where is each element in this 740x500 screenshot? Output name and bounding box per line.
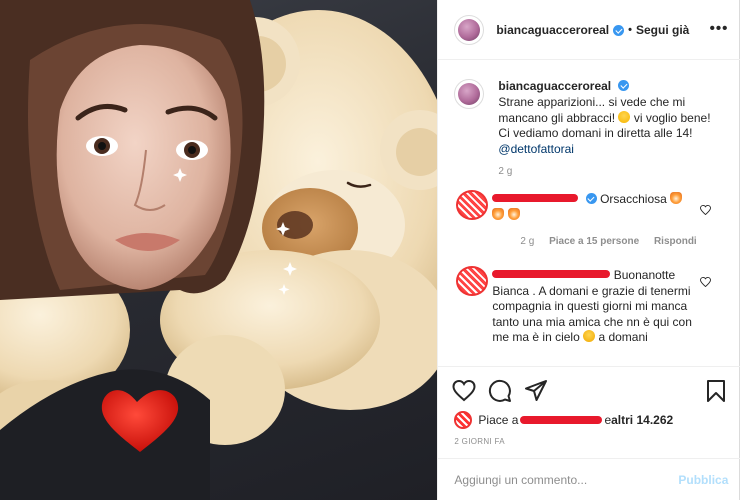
redacted-username — [492, 270, 611, 278]
comment-text-body: Orsacchiosa — [600, 192, 667, 206]
comment-icon[interactable] — [488, 379, 512, 403]
verified-badge-icon — [585, 193, 597, 204]
liker-avatar — [454, 411, 473, 429]
sad-face-emoji-icon — [583, 330, 596, 342]
header-separator: • — [628, 23, 632, 36]
like-comment-heart-icon[interactable] — [700, 277, 712, 287]
like-comment-heart-icon[interactable] — [700, 205, 712, 215]
author-username[interactable]: biancaguacceroreal — [496, 23, 609, 37]
comment-likes[interactable]: Piace a 15 persone — [549, 236, 639, 247]
comment-text-start: Buonanotte — [613, 268, 676, 282]
post-photo-art — [0, 0, 438, 500]
post-timestamp[interactable]: 2 GIORNI FA — [454, 437, 504, 446]
caption-text: Strane apparizioni... si vede che mi man… — [498, 95, 718, 157]
likes-summary[interactable]: Piace a e altri 14.262 — [454, 411, 673, 429]
comment-composer: Pubblica — [438, 458, 740, 500]
fox-emoji-icon — [492, 207, 505, 220]
following-button[interactable]: Segui già — [636, 23, 689, 37]
comment-time[interactable]: 2 g — [520, 236, 534, 247]
caption-avatar[interactable] — [454, 79, 485, 109]
caption-username[interactable]: biancaguacceroreal — [498, 79, 611, 93]
reply-button[interactable]: Rispondi — [654, 236, 697, 247]
likes-joiner: e — [604, 413, 612, 427]
likes-prefix: Piace a — [478, 413, 519, 427]
likes-count[interactable]: altri 14.262 — [611, 413, 673, 427]
share-icon[interactable] — [524, 379, 548, 403]
redacted-username — [492, 194, 579, 202]
caption-time[interactable]: 2 g — [498, 166, 718, 177]
grinning-emoji-icon — [618, 110, 631, 123]
post-side-panel: biancaguacceroreal • Segui già ••• bianc… — [437, 0, 740, 500]
bookmark-icon[interactable] — [704, 379, 728, 403]
caption-mention-link[interactable]: @dettofattorai — [498, 142, 574, 156]
verified-badge-icon — [613, 25, 625, 36]
redacted-username — [520, 416, 603, 424]
comment-text: Buonanotte Bianca . A domani e grazie di… — [492, 268, 702, 346]
post-header: biancaguacceroreal • Segui già ••• — [438, 0, 740, 60]
comment-text-end: a domani — [595, 330, 648, 344]
post-actions: Piace a e altri 14.262 2 GIORNI FA — [438, 366, 740, 458]
more-options-icon[interactable]: ••• — [710, 20, 729, 37]
commenter-avatar[interactable] — [454, 264, 489, 296]
heart-icon[interactable] — [452, 379, 476, 403]
comment-input[interactable] — [454, 472, 679, 487]
commenter-avatar[interactable] — [454, 188, 489, 220]
comment-meta: 2 g Piace a 15 persone Rispondi — [520, 236, 708, 247]
instagram-post: biancaguacceroreal • Segui già ••• bianc… — [0, 0, 740, 500]
verified-badge-icon — [618, 80, 630, 91]
post-photo[interactable] — [0, 0, 438, 500]
author-avatar[interactable] — [454, 14, 485, 45]
comments-list[interactable]: biancaguacceroreal Strane apparizioni...… — [438, 61, 740, 366]
fox-emoji-icon — [670, 192, 683, 204]
publish-button[interactable]: Pubblica — [678, 473, 728, 487]
fox-emoji-icon — [507, 207, 520, 220]
comment-text: Orsacchiosa — [492, 192, 702, 223]
